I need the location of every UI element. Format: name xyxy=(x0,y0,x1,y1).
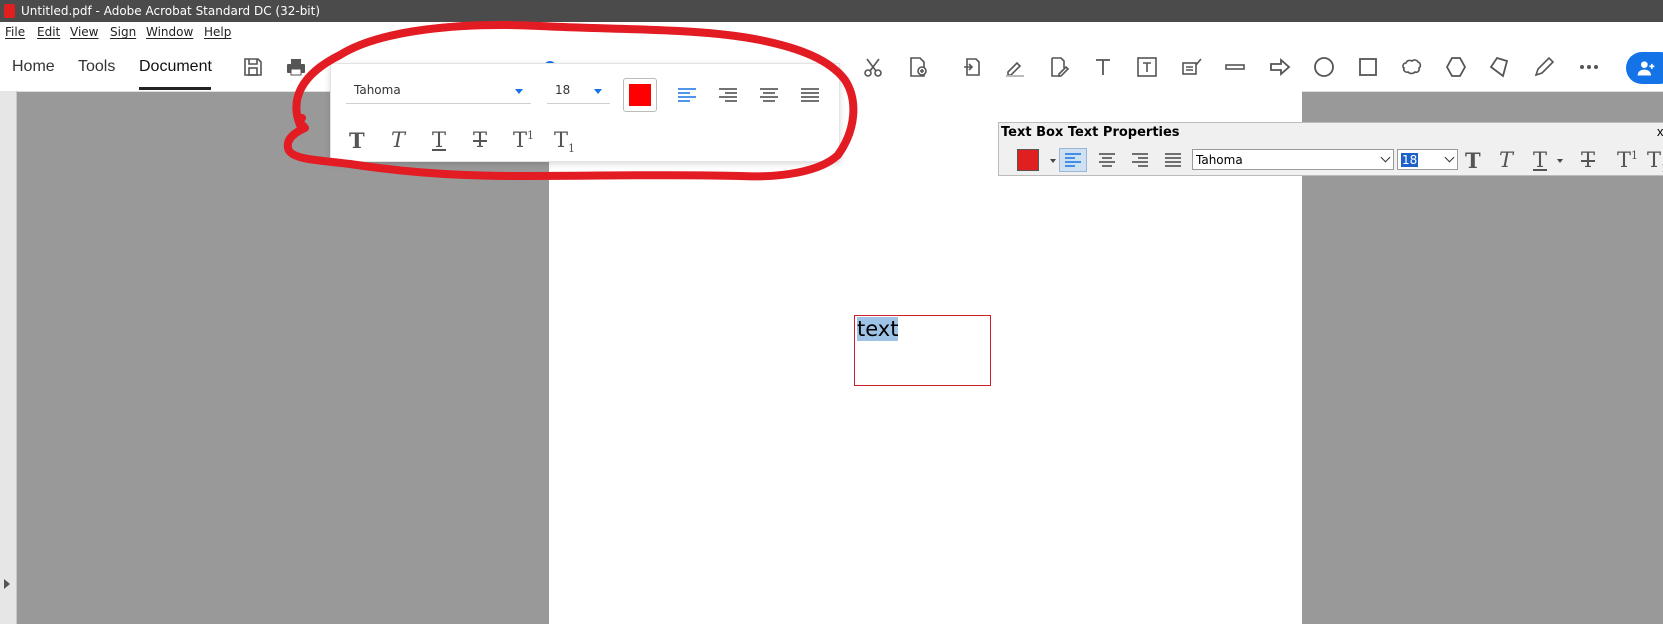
tab-tools[interactable]: Tools xyxy=(78,58,115,76)
expand-pane-icon[interactable] xyxy=(4,579,10,589)
align-center-icon[interactable] xyxy=(1093,148,1121,172)
print-icon[interactable] xyxy=(281,52,311,82)
menu-window[interactable]: Window xyxy=(146,25,193,39)
text-color-swatch[interactable] xyxy=(1017,149,1039,171)
align-right-icon[interactable] xyxy=(1126,148,1154,172)
text-box-icon[interactable] xyxy=(1132,52,1162,82)
cloud-icon[interactable] xyxy=(1397,52,1427,82)
text-format-popup: Tahoma 18 T T T T T1 T1 xyxy=(330,63,840,162)
strikethrough-icon[interactable]: T xyxy=(473,128,487,152)
menu-help[interactable]: Help xyxy=(204,25,231,39)
arrow-icon[interactable] xyxy=(1265,52,1295,82)
share-button[interactable] xyxy=(1626,52,1663,84)
tab-document[interactable]: Document xyxy=(139,58,212,76)
chevron-down-icon xyxy=(1380,152,1391,163)
menu-view[interactable]: View xyxy=(70,25,98,39)
subscript-mark: 1 xyxy=(568,142,576,156)
font-family-select[interactable]: Tahoma xyxy=(1192,149,1394,170)
superscript-mark: 1 xyxy=(527,129,535,142)
add-user-icon xyxy=(1637,61,1655,76)
subscript-icon[interactable]: T1 xyxy=(1647,148,1663,175)
scissors-icon[interactable] xyxy=(858,52,888,82)
strikethrough-icon[interactable]: T xyxy=(1581,148,1595,172)
superscript-letter: T xyxy=(1617,148,1632,172)
acrobat-icon xyxy=(4,4,15,18)
callout-icon[interactable] xyxy=(1177,52,1207,82)
text-box-content[interactable]: text xyxy=(857,317,899,341)
insert-page-icon[interactable] xyxy=(903,52,933,82)
pencil-icon[interactable] xyxy=(1529,52,1559,82)
menu-edit[interactable]: Edit xyxy=(37,25,60,39)
font-size-select[interactable]: 18 xyxy=(1397,149,1458,170)
underline-options-caret[interactable] xyxy=(1557,159,1563,163)
highlight-icon[interactable] xyxy=(1000,52,1030,82)
font-size-value: 18 xyxy=(555,83,571,97)
title-bar: Untitled.pdf - Adobe Acrobat Standard DC… xyxy=(0,0,1663,22)
italic-icon[interactable]: T xyxy=(1499,148,1513,172)
font-family-dropdown[interactable]: Tahoma xyxy=(346,78,531,104)
font-size-value[interactable]: 18 xyxy=(1401,153,1419,167)
replace-page-icon[interactable] xyxy=(958,52,988,82)
chevron-down-icon xyxy=(594,89,602,94)
align-right-icon[interactable] xyxy=(713,81,743,111)
text-box-annotation[interactable]: text xyxy=(854,315,991,386)
text-color-button[interactable] xyxy=(623,78,657,112)
close-icon[interactable]: x xyxy=(1657,124,1663,139)
superscript-icon[interactable]: T1 xyxy=(1617,148,1638,172)
align-left-icon[interactable] xyxy=(672,81,702,111)
save-icon[interactable] xyxy=(238,52,268,82)
superscript-mark: 1 xyxy=(1631,149,1639,162)
oval-icon[interactable] xyxy=(1309,52,1339,82)
align-left-icon[interactable] xyxy=(1059,148,1087,172)
menu-sign[interactable]: Sign xyxy=(110,25,136,39)
subscript-letter: T xyxy=(554,128,569,152)
menu-bar: File Edit View Sign Window Help xyxy=(0,22,1663,44)
underline-icon[interactable]: T xyxy=(432,128,446,152)
font-family-value: Tahoma xyxy=(1196,153,1243,167)
polygon-line-icon[interactable] xyxy=(1485,52,1515,82)
bold-icon[interactable]: T xyxy=(349,128,365,153)
menu-file[interactable]: File xyxy=(5,25,25,39)
tab-home[interactable]: Home xyxy=(12,58,55,76)
align-center-icon[interactable] xyxy=(754,81,784,111)
polygon-icon[interactable] xyxy=(1441,52,1471,82)
superscript-letter: T xyxy=(513,128,528,152)
bold-icon[interactable]: T xyxy=(1465,148,1481,173)
font-size-dropdown[interactable]: 18 xyxy=(547,78,610,104)
align-justify-icon[interactable] xyxy=(1159,148,1187,172)
subscript-letter: T xyxy=(1647,148,1662,172)
panel-title: Text Box Text Properties xyxy=(1001,125,1180,140)
edit-pdf-icon[interactable] xyxy=(1043,52,1073,82)
more-tools-icon[interactable] xyxy=(1574,52,1604,82)
rectangle-icon[interactable] xyxy=(1353,52,1383,82)
add-text-icon[interactable] xyxy=(1088,52,1118,82)
window-title: Untitled.pdf - Adobe Acrobat Standard DC… xyxy=(21,4,321,18)
active-tab-indicator xyxy=(139,87,211,90)
chevron-down-icon xyxy=(1444,152,1455,163)
font-family-value: Tahoma xyxy=(354,83,401,97)
italic-icon[interactable]: T xyxy=(391,128,405,152)
subscript-icon[interactable]: T1 xyxy=(554,128,575,155)
superscript-icon[interactable]: T1 xyxy=(513,128,534,152)
underline-icon[interactable]: T xyxy=(1533,148,1547,172)
chevron-down-icon[interactable] xyxy=(1050,159,1056,163)
color-swatch xyxy=(629,84,651,106)
align-justify-icon[interactable] xyxy=(795,81,825,111)
text-box-properties-panel: Text Box Text Properties x Tahoma 18 T T… xyxy=(998,122,1663,176)
chevron-down-icon xyxy=(515,89,523,94)
line-icon[interactable] xyxy=(1220,52,1250,82)
navigation-pane-collapsed xyxy=(0,91,17,624)
